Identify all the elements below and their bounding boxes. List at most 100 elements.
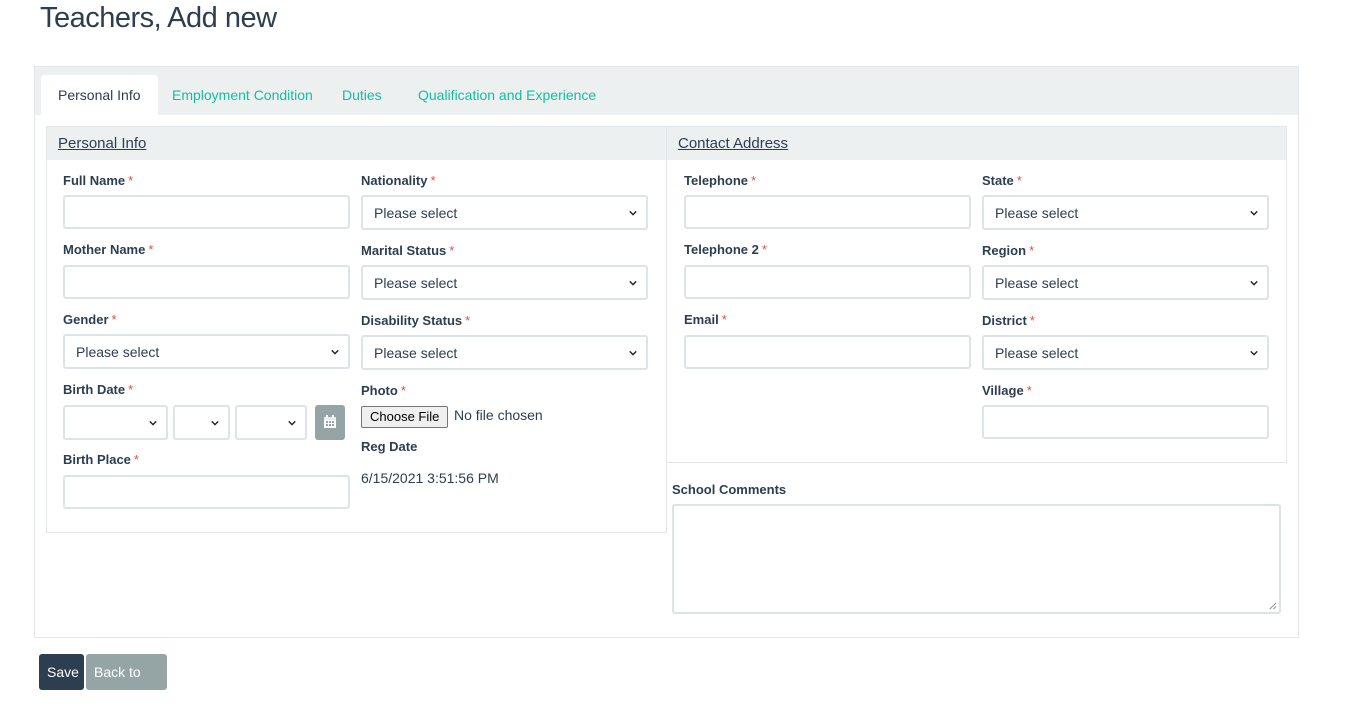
telephone-input[interactable] (684, 195, 971, 229)
region-select[interactable]: Please select (982, 265, 1269, 300)
back-to-list-button[interactable]: Back to list (86, 654, 167, 716)
required-marker: * (1016, 173, 1022, 188)
village-label: Village * (982, 383, 1032, 398)
reg-date-value: 6/15/2021 3:51:56 PM (361, 470, 499, 486)
tab-personal-info[interactable]: Personal Info (41, 75, 158, 115)
region-label: Region * (982, 243, 1034, 258)
school-comments-textarea[interactable] (672, 504, 1281, 614)
resize-handle-icon[interactable] (1268, 601, 1277, 610)
school-comments-label: School Comments (672, 482, 787, 497)
disability-status-select[interactable]: Please select (361, 335, 648, 370)
required-marker: * (1029, 313, 1035, 328)
required-marker: * (430, 173, 436, 188)
chevron-down-icon (211, 420, 219, 426)
gender-label-text: Gender (63, 312, 109, 327)
disability-status-label: Disability Status * (361, 313, 470, 328)
chevron-down-icon (1250, 210, 1258, 216)
required-marker: * (449, 243, 455, 258)
required-marker: * (128, 173, 134, 188)
personal-info-header: Personal Info (47, 127, 666, 160)
birth-date-month-select[interactable] (173, 405, 230, 440)
full-name-label: Full Name * (63, 173, 133, 188)
nationality-select[interactable]: Please select (361, 195, 648, 230)
birth-date-label-text: Birth Date (63, 382, 126, 397)
gender-label: Gender * (63, 312, 117, 327)
mother-name-label-text: Mother Name (63, 242, 146, 257)
required-marker: * (128, 382, 134, 397)
required-marker: * (148, 242, 154, 257)
email-label-text: Email (684, 312, 719, 327)
required-marker: * (1029, 243, 1035, 258)
marital-status-label-text: Marital Status (361, 243, 447, 258)
save-button[interactable]: Save (39, 654, 84, 690)
form-card: Personal Info Employment Condition Dutie… (34, 66, 1299, 638)
calendar-icon (324, 415, 336, 428)
contact-address-heading: Contact Address (678, 135, 789, 152)
chevron-down-icon (629, 280, 637, 286)
marital-status-select[interactable]: Please select (361, 265, 648, 300)
nationality-select-value: Please select (374, 205, 458, 221)
chevron-down-icon (629, 210, 637, 216)
district-select-value: Please select (995, 345, 1079, 361)
district-select[interactable]: Please select (982, 335, 1269, 370)
telephone2-label: Telephone 2 * (684, 242, 767, 257)
mother-name-input[interactable] (63, 265, 350, 299)
birth-date-label: Birth Date * (63, 382, 133, 397)
required-marker: * (761, 242, 767, 257)
chevron-down-icon (331, 349, 339, 355)
tab-duties[interactable]: Duties (325, 75, 399, 115)
gender-select[interactable]: Please select (63, 334, 350, 369)
telephone-label-text: Telephone (684, 173, 749, 188)
required-marker: * (1026, 383, 1032, 398)
region-label-text: Region (982, 243, 1027, 258)
district-label: District * (982, 313, 1035, 328)
full-name-label-text: Full Name (63, 173, 126, 188)
birth-place-label: Birth Place * (63, 452, 139, 467)
disability-status-label-text: Disability Status (361, 313, 463, 328)
required-marker: * (721, 312, 727, 327)
disability-status-select-value: Please select (374, 345, 458, 361)
required-marker: * (465, 313, 471, 328)
photo-label-text: Photo (361, 383, 398, 398)
state-label: State * (982, 173, 1022, 188)
village-input[interactable] (982, 405, 1269, 439)
photo-label: Photo * (361, 383, 406, 398)
telephone2-input[interactable] (684, 265, 971, 299)
birth-date-day-select[interactable] (235, 405, 307, 440)
email-label: Email * (684, 312, 727, 327)
chevron-down-icon (149, 420, 157, 426)
chevron-down-icon (1250, 280, 1258, 286)
telephone-label: Telephone * (684, 173, 756, 188)
required-marker: * (133, 452, 139, 467)
no-file-chosen-text: No file chosen (454, 407, 543, 423)
tab-qualification-experience[interactable]: Qualification and Experience (401, 75, 613, 115)
reg-date-label: Reg Date (361, 439, 418, 454)
mother-name-label: Mother Name * (63, 242, 153, 257)
birth-place-input[interactable] (63, 475, 350, 509)
nationality-label-text: Nationality (361, 173, 428, 188)
tab-employment-condition[interactable]: Employment Condition (155, 75, 330, 115)
district-label-text: District (982, 313, 1027, 328)
village-label-text: Village (982, 383, 1024, 398)
required-marker: * (751, 173, 757, 188)
choose-file-button[interactable]: Choose File (361, 406, 449, 428)
state-select-value: Please select (995, 205, 1079, 221)
region-select-value: Please select (995, 275, 1079, 291)
chevron-down-icon (629, 350, 637, 356)
email-input[interactable] (684, 335, 971, 369)
personal-info-panel: Personal Info Full Name * Mother Name * Ge… (46, 126, 667, 533)
state-select[interactable]: Please select (982, 195, 1269, 230)
birth-date-year-select[interactable] (63, 405, 168, 440)
calendar-button[interactable] (315, 405, 345, 440)
chevron-down-icon (288, 420, 296, 426)
birth-place-label-text: Birth Place (63, 452, 131, 467)
gender-select-value: Please select (76, 344, 160, 360)
tab-bar: Personal Info Employment Condition Dutie… (35, 67, 1298, 115)
personal-info-heading: Personal Info (58, 135, 147, 152)
contact-address-panel: Contact Address Telephone * Telephone 2 * … (666, 126, 1287, 463)
full-name-input[interactable] (63, 195, 350, 229)
required-marker: * (400, 383, 406, 398)
telephone2-label-text: Telephone 2 (684, 242, 759, 257)
page-title: Teachers, Add new (40, 2, 277, 34)
state-label-text: State (982, 173, 1014, 188)
